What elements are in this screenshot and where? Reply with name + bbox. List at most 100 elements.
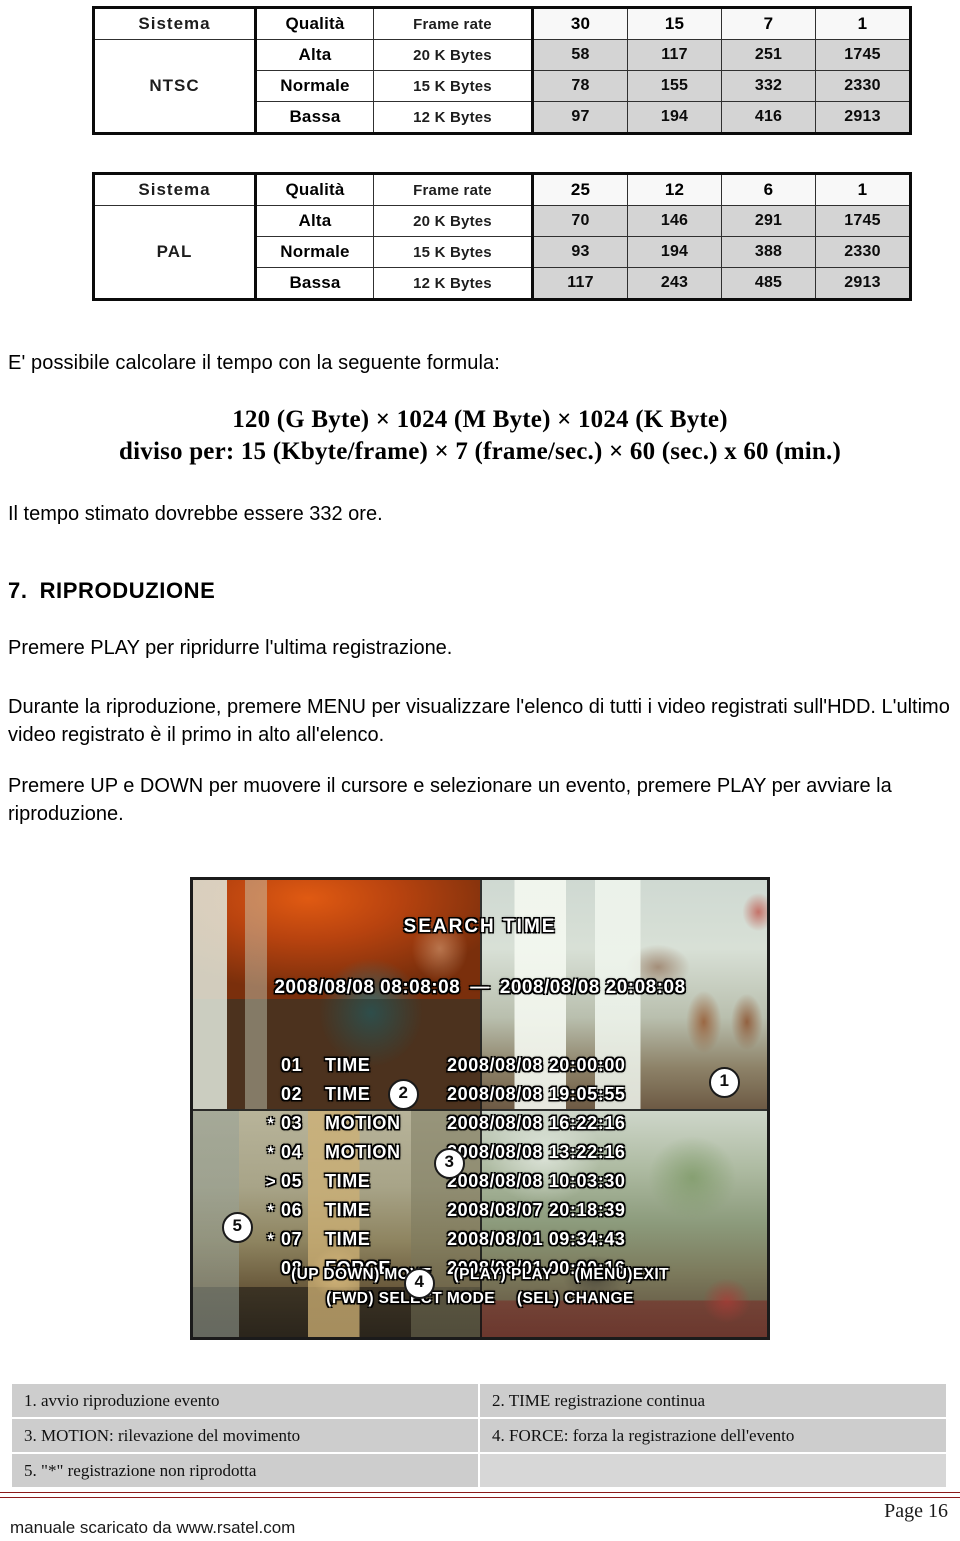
header-frame-rate: Frame rate — [373, 173, 534, 206]
callout-badge-5: 5 — [222, 1212, 253, 1243]
framerate-normale: 15 K Bytes — [373, 236, 534, 268]
row-index: 06 — [281, 1200, 303, 1220]
cell-normale-6: 388 — [721, 236, 816, 268]
formula-denominator: diviso per: 15 (Kbyte/frame) × 7 (frame/… — [119, 438, 841, 465]
pal-spec-table: Sistema Qualità Frame rate 25 12 6 1 PAL… — [92, 172, 912, 301]
row-marker: * — [267, 1201, 275, 1220]
header-sistema: Sistema — [93, 7, 257, 40]
row-mode: TIME — [325, 1229, 371, 1249]
row-index: 04 — [281, 1142, 303, 1162]
quality-alta: Alta — [255, 39, 374, 71]
table-row: NTSC Alta 20 K Bytes 58 117 251 1745 — [93, 39, 911, 134]
framerate-alta: 20 K Bytes — [373, 205, 534, 237]
list-item-selected[interactable]: > 05 TIME 2008/08/08 10:03:30 — [261, 1171, 721, 1200]
row-index: 03 — [281, 1113, 303, 1133]
cell-bassa-12: 243 — [627, 267, 722, 300]
cell-alta-30: 58 — [532, 39, 628, 71]
cell-bassa-30: 97 — [532, 101, 628, 134]
row-timestamp: 2008/08/08 19:05:55 — [447, 1084, 626, 1104]
page-number: Page 16 — [884, 1500, 948, 1522]
cell-alta-1: 1745 — [815, 205, 911, 237]
cell-normale-25: 93 — [532, 236, 628, 268]
cell-alta-1: 1745 — [815, 39, 911, 71]
ntsc-spec-table: Sistema Qualità Frame rate 30 15 7 1 NTS… — [92, 6, 912, 135]
header-rate-6: 6 — [721, 173, 816, 206]
osd-title: SEARCH TIME — [403, 916, 557, 937]
footer-divider — [0, 1492, 960, 1498]
table-row: PAL Alta 20 K Bytes 70 146 291 1745 — [93, 205, 911, 300]
row-timestamp: 2008/08/08 20:00:00 — [447, 1055, 626, 1075]
system-label-ntsc: NTSC — [93, 39, 257, 134]
formula-numerator: 120 (G Byte) × 1024 (M Byte) × 1024 (K B… — [232, 406, 728, 433]
row-marker: * — [267, 1114, 275, 1133]
header-rate-1: 1 — [815, 7, 911, 40]
recording-event-list: 01 TIME 2008/08/08 20:00:00 02 TIME 2008… — [261, 1055, 721, 1287]
row-mode: TIME — [325, 1171, 371, 1191]
header-qualita: Qualità — [255, 173, 374, 206]
cell-normale-1: 2330 — [815, 70, 911, 102]
header-rate-12: 12 — [627, 173, 722, 206]
list-item[interactable]: 01 TIME 2008/08/08 20:00:00 — [261, 1055, 721, 1084]
row-timestamp: 2008/08/01 09:34:43 — [447, 1229, 626, 1249]
legend-item-3: 3. MOTION: rilevazione del movimento — [10, 1417, 480, 1454]
section-title: RIPRODUZIONE — [39, 578, 216, 603]
callout-badge-1: 1 — [709, 1067, 740, 1098]
intro-paragraph: E' possibile calcolare il tempo con la s… — [8, 352, 500, 374]
list-item[interactable]: * 03 MOTION 2008/08/08 16:22:16 — [261, 1113, 721, 1142]
list-item[interactable]: * 06 TIME 2008/08/07 20:18:39 — [261, 1200, 721, 1229]
header-sistema: Sistema — [93, 173, 257, 206]
quality-bassa: Bassa — [255, 101, 374, 134]
section-heading: 7. RIPRODUZIONE — [8, 578, 215, 604]
cell-bassa-6: 485 — [721, 267, 816, 300]
legend-item-4: 4. FORCE: forza la registrazione dell'ev… — [478, 1417, 948, 1454]
row-index: 05 — [281, 1171, 303, 1191]
row-timestamp: 2008/08/07 20:18:39 — [447, 1200, 626, 1220]
cell-alta-12: 146 — [627, 205, 722, 237]
table-header-row: Sistema Qualità Frame rate 25 12 6 1 — [93, 173, 911, 206]
paragraph-updown: Premere UP e DOWN per muovere il cursore… — [8, 775, 892, 825]
header-qualita: Qualità — [255, 7, 374, 40]
help-play: (PLAY) PLAY — [453, 1266, 553, 1283]
legend-row: 5. "*" registrazione non riprodotta — [10, 1452, 948, 1489]
row-marker: * — [267, 1143, 275, 1162]
framerate-bassa: 12 K Bytes — [373, 101, 534, 134]
row-mode: TIME — [325, 1200, 371, 1220]
paragraph-play: Premere PLAY per ripridurre l'ultima reg… — [8, 637, 453, 659]
cell-alta-6: 291 — [721, 205, 816, 237]
legend-item-1: 1. avvio riproduzione evento — [10, 1382, 480, 1419]
legend-item-5: 5. "*" registrazione non riprodotta — [10, 1452, 480, 1489]
list-item[interactable]: * 07 TIME 2008/08/01 09:34:43 — [261, 1229, 721, 1258]
quality-normale: Normale — [255, 236, 374, 268]
cell-bassa-15: 194 — [627, 101, 722, 134]
header-rate-30: 30 — [532, 7, 628, 40]
list-item[interactable]: 02 TIME 2008/08/08 19:05:55 — [261, 1084, 721, 1113]
cell-normale-30: 78 — [532, 70, 628, 102]
header-rate-15: 15 — [627, 7, 722, 40]
legend-item-2: 2. TIME registrazione continua — [478, 1382, 948, 1419]
table-header-row: Sistema Qualità Frame rate 30 15 7 1 — [93, 7, 911, 40]
legend-item-empty — [478, 1452, 948, 1489]
row-mode: TIME — [325, 1055, 371, 1075]
legend-row: 1. avvio riproduzione evento 2. TIME reg… — [10, 1382, 948, 1419]
cell-alta-25: 70 — [532, 205, 628, 237]
row-timestamp: 2008/08/08 13:22:16 — [447, 1142, 626, 1162]
cursor-icon: > — [265, 1172, 277, 1191]
callout-badge-4: 4 — [404, 1268, 435, 1299]
cell-normale-1: 2330 — [815, 236, 911, 268]
row-timestamp: 2008/08/08 10:03:30 — [447, 1171, 626, 1191]
cell-bassa-25: 117 — [532, 267, 628, 300]
row-index: 02 — [281, 1084, 303, 1104]
cell-bassa-1: 2913 — [815, 267, 911, 300]
list-item[interactable]: * 04 MOTION 2008/08/08 13:22:16 — [261, 1142, 721, 1171]
range-dash: — — [470, 977, 490, 998]
cell-normale-7: 332 — [721, 70, 816, 102]
quality-alta: Alta — [255, 205, 374, 237]
quality-normale: Normale — [255, 70, 374, 102]
header-frame-rate: Frame rate — [373, 7, 534, 40]
range-start: 2008/08/08 08:08:08 — [274, 977, 461, 998]
row-timestamp: 2008/08/08 16:22:16 — [447, 1113, 626, 1133]
cell-alta-15: 117 — [627, 39, 722, 71]
framerate-alta: 20 K Bytes — [373, 39, 534, 71]
cell-normale-15: 155 — [627, 70, 722, 102]
row-marker: * — [267, 1230, 275, 1249]
